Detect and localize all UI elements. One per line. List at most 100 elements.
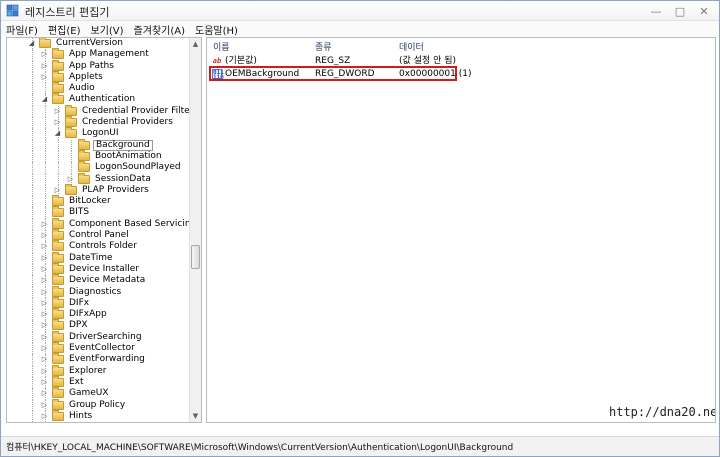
close-button[interactable]: ✕ (693, 3, 715, 19)
folder-icon (52, 82, 64, 94)
expand-arrow-icon[interactable]: ▷ (40, 230, 49, 241)
expand-arrow-icon[interactable]: ▷ (40, 377, 49, 388)
tree-item[interactable]: BootAnimation (7, 149, 189, 163)
tree-guide-line (32, 241, 33, 253)
tree-item[interactable]: ▷ Controls Folder (7, 240, 189, 253)
tree-item[interactable]: Audio (7, 82, 189, 95)
minimize-button[interactable]: — (645, 3, 667, 19)
tree-guide-line (32, 309, 33, 321)
value-row-oembackground[interactable]: 011 110 OEMBackground REG_DWORD 0x000000… (207, 66, 715, 81)
tree-item[interactable]: ▷ EventForwarding (7, 353, 189, 366)
tree-item[interactable]: ▷ Group Policy (7, 398, 189, 411)
tree-guide-line (32, 376, 33, 389)
tree-guide-line (32, 83, 33, 95)
menu-file[interactable]: 파일(F) (1, 22, 43, 37)
tree-item[interactable]: LogonSoundPlayed (7, 161, 189, 174)
value-row-default[interactable]: ab (기본값) REG_SZ (값 설정 안 됨) (207, 55, 715, 67)
values-pane[interactable]: 이름 종류 데이터 ab (기본값) REG_SZ (값 설정 안 됨) 011… (206, 37, 716, 423)
expand-arrow-icon[interactable]: ▷ (40, 298, 49, 309)
tree-guide-line (58, 162, 59, 174)
column-header-data[interactable]: 데이터 (399, 40, 424, 53)
tree-item[interactable]: ▷ Component Based Servicing (7, 217, 189, 231)
menu-favorites[interactable]: 즐겨찾기(A) (129, 22, 190, 37)
column-header-type[interactable]: 종류 (315, 40, 332, 53)
tree-item[interactable]: ▷ PLAP Providers (7, 183, 189, 197)
tree-item[interactable]: ▷ Control Panel (7, 229, 189, 242)
expand-arrow-icon[interactable]: ▷ (40, 219, 49, 230)
expand-arrow-icon[interactable]: ▷ (40, 320, 49, 331)
tree-scrollbar[interactable]: ▲ ▼ (189, 38, 201, 422)
expand-arrow-icon[interactable]: ▷ (40, 61, 49, 72)
folder-icon (65, 127, 77, 139)
tree-guide-line (32, 365, 33, 377)
expand-arrow-icon[interactable]: ▷ (53, 106, 62, 117)
tree-item[interactable]: ▷ DIFxApp (7, 308, 189, 321)
expand-arrow-icon[interactable]: ▷ (40, 388, 49, 399)
key-tree-pane[interactable]: ◢ CurrentVersion ▷ App Management ▷ App Paths… (6, 37, 202, 423)
tree-item[interactable]: ◢ CurrentVersion (7, 38, 189, 50)
expand-arrow-icon[interactable]: ▷ (40, 309, 49, 320)
folder-icon (52, 353, 64, 365)
expand-arrow-icon[interactable]: ▷ (40, 354, 49, 365)
expand-arrow-icon[interactable]: ▷ (40, 343, 49, 354)
tree-item[interactable]: ▷ DIFx (7, 296, 189, 310)
tree-item-label: LogonUI (82, 128, 119, 139)
collapse-arrow-icon[interactable]: ◢ (27, 38, 36, 49)
menu-edit[interactable]: 편집(E) (43, 22, 86, 37)
tree-item-label: LogonSoundPlayed (95, 162, 181, 173)
expand-arrow-icon[interactable]: ▷ (40, 49, 49, 60)
expand-arrow-icon[interactable]: ▷ (53, 117, 62, 128)
collapse-arrow-icon[interactable]: ◢ (53, 128, 62, 139)
tree-item[interactable]: ▷ Device Metadata (7, 274, 189, 287)
expand-arrow-icon[interactable]: ▷ (40, 287, 49, 298)
tree-item[interactable]: ▷ DriverSearching (7, 330, 189, 344)
tree-item[interactable]: Background (7, 138, 189, 151)
tree-item[interactable]: ▷ GameUX (7, 387, 189, 400)
tree-item[interactable]: ▷ App Paths (7, 59, 189, 72)
tree-item-label: DPX (69, 320, 88, 331)
tree-item[interactable]: ▷ SessionData (7, 172, 189, 185)
expand-arrow-icon[interactable]: ▷ (40, 411, 49, 422)
tree-guide-line (45, 150, 46, 163)
expand-arrow-icon[interactable]: ▷ (40, 241, 49, 252)
tree-item[interactable]: ▷ Device Installer (7, 262, 189, 276)
maximize-button[interactable]: □ (669, 3, 691, 19)
menu-help[interactable]: 도움말(H) (190, 22, 243, 37)
folder-icon (65, 104, 77, 116)
expand-arrow-icon[interactable]: ▷ (40, 332, 49, 343)
expand-arrow-icon[interactable]: ▷ (66, 174, 75, 185)
expand-arrow-icon[interactable]: ▷ (40, 366, 49, 377)
tree-item[interactable]: BITS (7, 206, 189, 219)
values-header: 이름 종류 데이터 (207, 38, 715, 53)
menu-view[interactable]: 보기(V) (86, 22, 129, 37)
scroll-up-arrow-icon[interactable]: ▲ (190, 38, 201, 50)
expand-arrow-icon[interactable]: ▷ (40, 264, 49, 275)
tree-item[interactable]: ▷ DateTime (7, 251, 189, 264)
expand-arrow-icon[interactable]: ▷ (40, 72, 49, 83)
scroll-down-arrow-icon[interactable]: ▼ (190, 410, 201, 422)
column-header-name[interactable]: 이름 (213, 40, 230, 53)
expand-arrow-icon[interactable]: ▷ (40, 275, 49, 286)
folder-icon (65, 116, 77, 128)
tree-item-label: Applets (69, 71, 103, 82)
collapse-arrow-icon[interactable]: ◢ (40, 94, 49, 105)
tree-item[interactable]: BitLocker (7, 195, 189, 208)
tree-item[interactable]: ▷ EventCollector (7, 342, 189, 355)
tree-item[interactable]: ▷ Hints (7, 409, 189, 422)
tree-item[interactable]: ▷ Diagnostics (7, 285, 189, 298)
tree-guide-line (32, 49, 33, 61)
tree-guide-line (71, 139, 72, 151)
tree-item[interactable]: ▷ Ext (7, 375, 189, 389)
tree-item[interactable]: ▷ Credential Provider Filters (7, 104, 189, 118)
tree-item[interactable]: ▷ Applets (7, 70, 189, 84)
scrollbar-thumb[interactable] (191, 244, 200, 269)
expand-arrow-icon[interactable]: ▷ (40, 400, 49, 411)
tree-item[interactable]: ▷ App Management (7, 48, 189, 61)
tree-item[interactable]: ▷ Explorer (7, 364, 189, 377)
title-bar[interactable]: 레지스트리 편집기 — □ ✕ (1, 1, 719, 21)
tree-item[interactable]: ▷ Credential Providers (7, 116, 189, 129)
tree-item[interactable]: ◢ Authentication (7, 93, 189, 106)
tree-item[interactable]: ◢ LogonUI (7, 127, 189, 140)
expand-arrow-icon[interactable]: ▷ (40, 253, 49, 264)
tree-item[interactable]: ▷ DPX (7, 319, 189, 332)
